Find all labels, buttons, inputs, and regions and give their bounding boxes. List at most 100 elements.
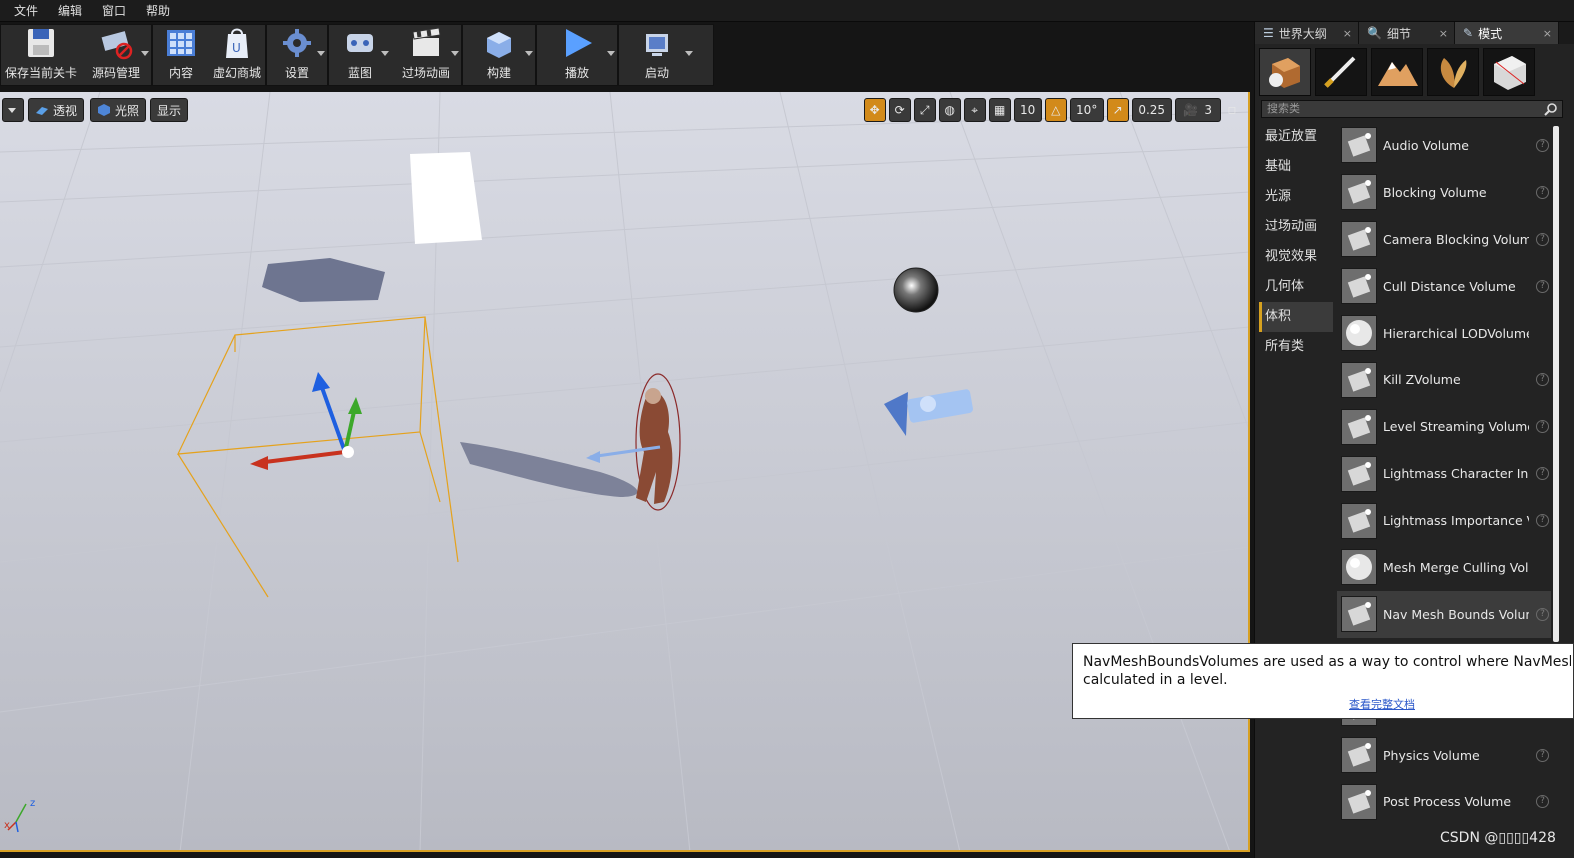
play-icon [560,26,594,60]
scale-snap-value[interactable]: 0.25 [1131,98,1172,122]
level-viewport[interactable]: z x 透视 光照 显示 ✥ ⟳ ⤢ ◍ ⌖ ▦ 10 △ 10° ↗ 0.25… [0,92,1250,852]
maximize-viewport-button[interactable]: ◻ [1224,98,1240,122]
category-item[interactable]: 最近放置 [1259,122,1333,152]
rotate-snap-value[interactable]: 10° [1069,98,1104,122]
show-button[interactable]: 显示 [150,98,189,122]
close-tab-icon[interactable]: × [1543,27,1552,40]
cube-mesh[interactable] [410,152,482,244]
help-icon[interactable]: ? [1536,607,1549,621]
physics-volume-icon [1341,737,1377,774]
placeable-item[interactable]: Lightmass Character Ind? [1337,450,1551,497]
dropdown-arrow-icon[interactable] [141,51,149,56]
category-item[interactable]: 体积 [1259,302,1333,332]
placeable-item[interactable]: Physics Volume? [1337,732,1551,779]
help-icon[interactable]: ? [1536,232,1549,246]
toolbar-play-button[interactable]: 播放 [537,25,617,85]
surface-snap-button[interactable]: ⌖ [963,98,986,122]
toolbar-marketplace-button[interactable]: U 虚幻商城 [209,25,265,85]
dropdown-arrow-icon[interactable] [381,51,389,56]
scale-tool-button[interactable]: ⤢ [913,98,936,122]
audio-volume-icon [1341,127,1377,164]
translate-tool-button[interactable]: ✥ [863,98,886,122]
placeable-item[interactable]: Hierarchical LODVolume [1337,310,1551,357]
help-icon[interactable]: ? [1536,467,1549,481]
items-scrollbar[interactable] [1553,126,1559,642]
placeable-item[interactable]: Mesh Merge Culling Volume [1337,544,1551,591]
toolbar-cinematics-button[interactable]: 过场动画 [391,25,461,85]
category-item[interactable]: 几何体 [1259,272,1333,302]
rotate-snap-toggle[interactable]: △ [1044,98,1067,122]
toolbar-blueprint-button[interactable]: 蓝图 [329,25,391,85]
help-icon[interactable]: ? [1536,420,1549,434]
category-item[interactable]: 所有类 [1259,332,1333,362]
foliage-mode-icon[interactable] [1427,48,1479,96]
help-icon[interactable]: ? [1536,373,1549,387]
placeable-item[interactable]: Blocking Volume? [1337,169,1551,216]
landscape-mode-icon[interactable] [1371,48,1423,96]
menu-edit[interactable]: 编辑 [48,0,92,22]
dropdown-arrow-icon[interactable] [607,51,615,56]
tab-modes[interactable]: ✎ 模式 × [1455,22,1559,44]
grid-snap-value[interactable]: 10 [1013,98,1042,122]
toolbar-content-button[interactable]: 内容 [153,25,209,85]
placeable-item[interactable]: Cull Distance Volume? [1337,263,1551,310]
grid-snap-toggle[interactable]: ▦ [988,98,1011,122]
help-icon[interactable]: ? [1536,748,1549,762]
placeable-item[interactable]: Nav Mesh Bounds Volum? [1337,590,1551,638]
placeable-item[interactable]: Post Process Volume? [1337,778,1551,825]
panel-tabs: ☰ 世界大纲 × 🔍 细节 × ✎ 模式 × [1255,22,1574,44]
help-icon[interactable]: ? [1536,138,1549,152]
paint-mode-icon[interactable] [1315,48,1367,96]
close-tab-icon[interactable]: × [1439,27,1448,40]
dropdown-arrow-icon[interactable] [685,51,693,56]
toolbar-source-control-button[interactable]: 源码管理 [81,25,151,85]
category-item[interactable]: 过场动画 [1259,212,1333,242]
help-icon[interactable]: ? [1536,514,1549,528]
category-item[interactable]: 光源 [1259,182,1333,212]
rotate-tool-button[interactable]: ⟳ [888,98,911,122]
category-item[interactable]: 基础 [1259,152,1333,182]
lit-button[interactable]: 光照 [90,98,147,122]
toolbar-launch-button[interactable]: 启动 [619,25,695,85]
placeable-item[interactable]: Audio Volume? [1337,122,1551,169]
camera-speed-button[interactable]: 🎥 3 [1174,98,1221,122]
help-icon[interactable]: ? [1536,185,1549,199]
close-tab-icon[interactable]: × [1343,27,1352,40]
viewport-options-dropdown[interactable] [2,98,24,122]
class-search-input[interactable]: 搜索类 [1261,100,1563,118]
placeable-item[interactable]: Level Streaming Volume? [1337,403,1551,450]
toolbar-settings-button[interactable]: 设置 [267,25,327,85]
perspective-button[interactable]: 透视 [28,98,85,122]
dropdown-arrow-icon[interactable] [451,51,459,56]
translate-icon: ✥ [869,103,880,117]
tab-label: 世界大纲 [1278,26,1327,41]
category-item[interactable]: 视觉效果 [1259,242,1333,272]
reflection-capture-sphere[interactable] [893,267,939,313]
full-docs-link[interactable]: 查看完整文档 [1349,696,1415,712]
world-local-toggle[interactable]: ◍ [938,98,961,122]
place-mode-icon[interactable] [1259,48,1311,96]
menu-file[interactable]: 文件 [4,0,48,22]
placeable-item[interactable]: Kill ZVolume? [1337,356,1551,403]
tab-details[interactable]: 🔍 细节 × [1359,22,1455,44]
toolbar-save-button[interactable]: 保存当前关卡 [1,25,81,85]
nav-mesh-bounds-icon [1341,596,1377,633]
toolbar-label: 保存当前关卡 [4,66,77,80]
scale-snap-toggle[interactable]: ↗ [1106,98,1129,122]
toolbar-build-button[interactable]: 构建 [463,25,535,85]
viewport-scene[interactable]: z x [0,92,1250,852]
floor [0,92,1248,850]
placeable-item[interactable]: Lightmass Importance Vo? [1337,497,1551,544]
geometry-mode-icon[interactable] [1483,48,1535,96]
help-icon[interactable]: ? [1536,795,1549,809]
category-list: 最近放置 基础 光源 过场动画 视觉效果 几何体 体积 所有类 [1259,122,1333,362]
dropdown-arrow-icon[interactable] [525,51,533,56]
menu-help[interactable]: 帮助 [136,0,180,22]
placeable-item[interactable]: Camera Blocking Volume? [1337,216,1551,263]
help-icon[interactable]: ? [1536,279,1549,293]
menu-bar: 文件 编辑 窗口 帮助 [0,0,1574,22]
hlod-volume-icon [1341,315,1377,351]
menu-window[interactable]: 窗口 [92,0,136,22]
tab-outliner[interactable]: ☰ 世界大纲 × [1255,22,1359,44]
dropdown-arrow-icon[interactable] [317,51,325,56]
